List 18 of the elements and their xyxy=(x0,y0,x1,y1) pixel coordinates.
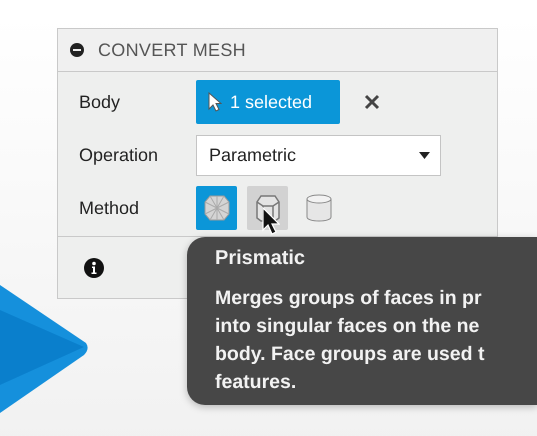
tooltip-title: Prismatic xyxy=(215,247,306,270)
field-label: Method xyxy=(79,198,140,218)
mouse-cursor-icon xyxy=(262,207,280,235)
caret-icon xyxy=(419,152,430,158)
info-icon[interactable] xyxy=(84,258,104,278)
field-label: Body xyxy=(79,92,122,112)
operation-dropdown[interactable]: Parametric xyxy=(196,134,441,176)
field-label: Operation xyxy=(79,144,160,166)
tooltip-text: into singular faces on the ne xyxy=(215,314,480,339)
panel-title: CONVERT MESH xyxy=(98,40,246,60)
tooltip-text: features. xyxy=(215,370,298,395)
pointer-icon xyxy=(208,92,222,112)
tooltip-text: Merges groups of faces in pr xyxy=(215,286,483,311)
faceted-body-icon xyxy=(204,194,230,222)
tooltip-text: body. Face groups are used t xyxy=(215,342,486,367)
cylinder-icon xyxy=(306,194,332,222)
clear-button[interactable] xyxy=(362,92,382,112)
collapse-icon[interactable] xyxy=(70,43,84,57)
